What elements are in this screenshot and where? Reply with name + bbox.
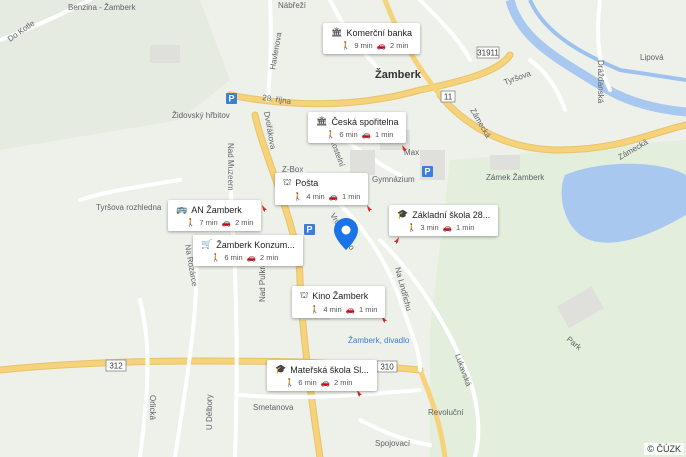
road-number: 11	[444, 93, 453, 102]
car-icon: 🚗	[442, 223, 453, 232]
street-label: Židovský hřbitov	[172, 111, 230, 120]
street-label: Smetanova	[253, 403, 294, 412]
walk-icon: 🚶	[293, 192, 303, 201]
bank-icon: 🏛	[331, 27, 343, 37]
poi-card-an-zamberk[interactable]: 🚌 AN Žamberk 🚶 7 min 🚗 2 min	[168, 200, 262, 231]
poi-card-ceska-sporitelna[interactable]: 🏛 Česká spořitelna 🚶 6 min 🚗 1 min	[308, 112, 407, 143]
car-icon: 🚗	[246, 253, 257, 262]
car-icon: 🚗	[376, 41, 387, 50]
car-icon: 🚗	[320, 378, 331, 387]
poi-card-kino[interactable]: ⛫ Kino Žamberk 🚶 4 min 🚗 1 min	[292, 286, 386, 318]
poi-card-zakladni-skola[interactable]: 🎓 Základní škola 28... 🚶 3 min 🚗 1 min	[389, 205, 499, 236]
svg-text:P: P	[306, 225, 312, 235]
street-label: Tyršova rozhledna	[96, 203, 162, 212]
location-pin-icon[interactable]	[334, 218, 358, 250]
car-icon: 🚗	[221, 218, 232, 227]
road-number: 310	[380, 363, 394, 372]
poi-card-materska-skola[interactable]: 🎓 Mateřská škola Sl... 🚶 6 min 🚗 2 min	[267, 360, 377, 391]
road-number: 312	[109, 362, 123, 371]
street-label: Nad Muzeem	[226, 143, 235, 191]
street-label: Orlická	[148, 395, 157, 420]
walk-icon: 🚶	[310, 305, 320, 314]
walk-icon: 🚶	[211, 253, 221, 262]
walk-icon: 🚶	[326, 130, 336, 139]
street-label: Zámek Žamberk	[486, 173, 545, 182]
bus-stop-label: Žamberk, divadlo	[348, 336, 410, 345]
car-icon: 🚗	[361, 130, 372, 139]
walk-icon: 🚶	[285, 378, 295, 387]
car-icon: 🚗	[345, 305, 356, 314]
svg-text:P: P	[424, 167, 430, 177]
poi-card-posta[interactable]: ⛫ Pošta 🚶 4 min 🚗 1 min	[275, 173, 369, 205]
street-label: U Dělbory	[205, 394, 214, 430]
street-label: Lipová	[640, 53, 664, 62]
street-label: Nábřeží	[278, 1, 307, 10]
school-icon: 🎓	[397, 209, 409, 219]
walk-icon: 🚶	[341, 41, 351, 50]
map-copyright: © ČÚZK	[644, 443, 684, 455]
shop-icon: 🛒	[201, 239, 213, 249]
street-label: Benzina - Žamberk	[68, 3, 137, 12]
poi-card-komercni-banka[interactable]: 🏛 Komerční banka 🚶 9 min 🚗 2 min	[323, 23, 420, 54]
street-label: Gymnázium	[372, 175, 415, 184]
bus-icon: 🚌	[176, 204, 188, 214]
post-office-icon: ⛫	[283, 177, 292, 187]
school-icon: 🎓	[275, 364, 287, 374]
walk-icon: 🚶	[407, 223, 417, 232]
walk-icon: 🚶	[186, 218, 196, 227]
bank-icon: 🏛	[316, 116, 328, 126]
poi-card-konzum[interactable]: 🛒 Žamberk Konzum... 🚶 6 min 🚗 2 min	[193, 235, 303, 266]
road-number: 31911	[477, 49, 499, 58]
town-label: Žamberk	[375, 68, 422, 81]
street-label: Spojovací	[375, 439, 411, 448]
car-icon: 🚗	[328, 192, 339, 201]
cinema-icon: ⛫	[300, 290, 309, 300]
svg-text:P: P	[228, 94, 234, 104]
street-label: Revoluční	[428, 408, 464, 417]
street-label: Drážďanská	[596, 60, 605, 104]
